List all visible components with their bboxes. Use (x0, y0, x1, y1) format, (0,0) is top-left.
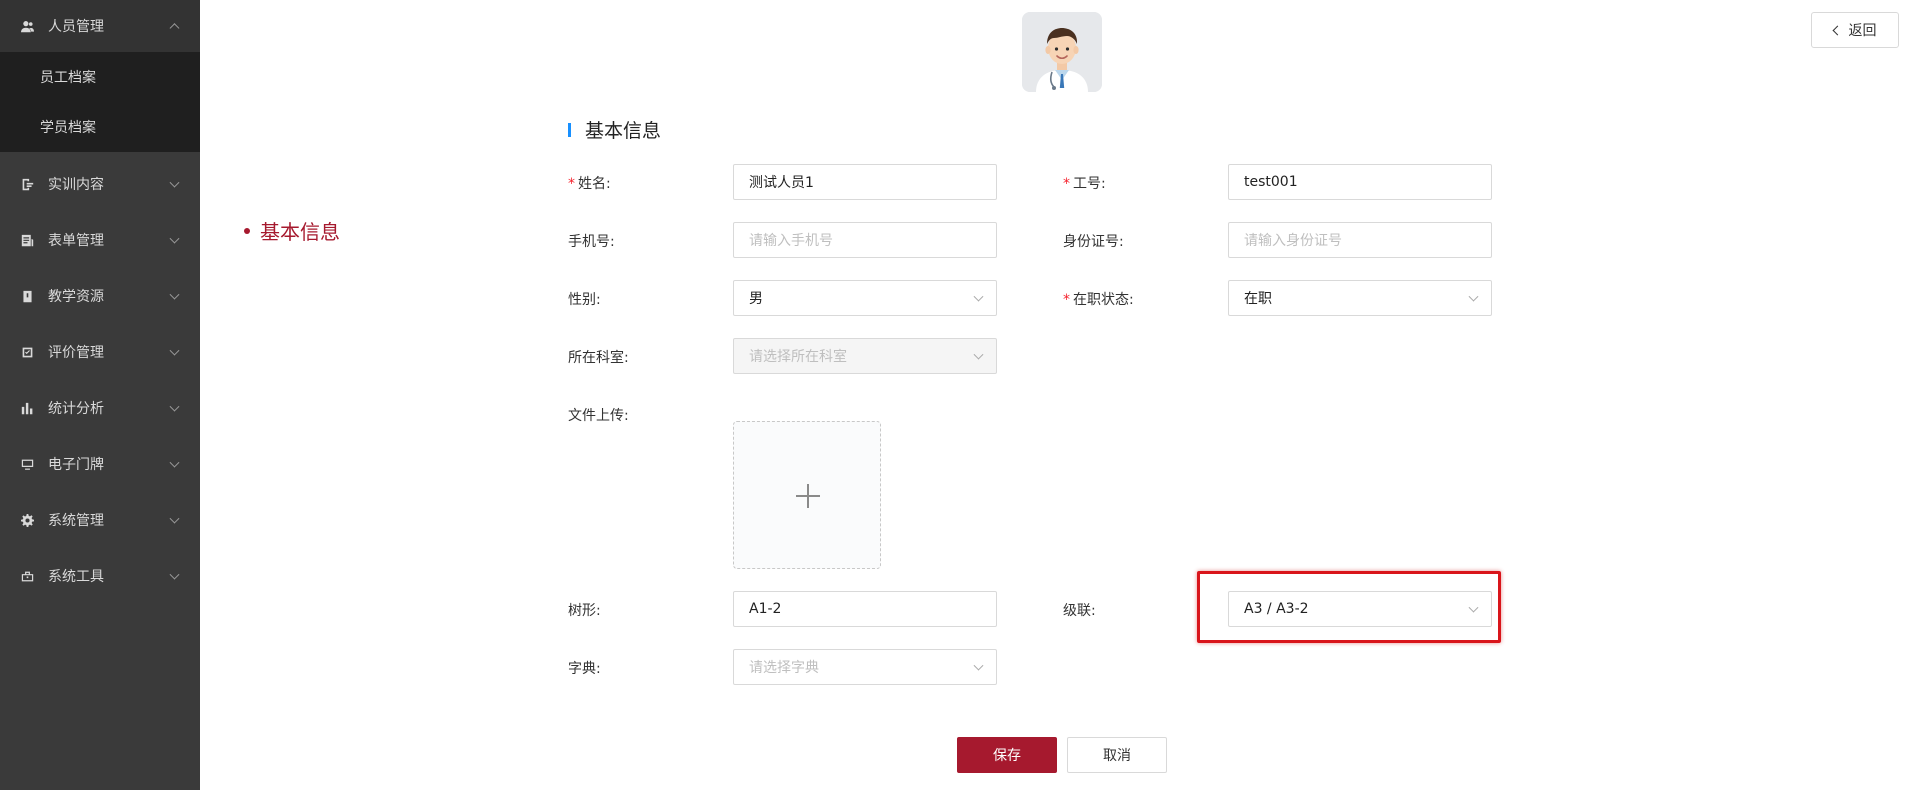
submenu-personnel: 员工档案 学员档案 (0, 52, 200, 152)
employee-no-label: * 工号: (1063, 176, 1106, 192)
chevron-down-icon (169, 177, 180, 188)
employment-status-select[interactable]: 在职 (1228, 280, 1492, 316)
bar-chart-icon (20, 401, 34, 415)
nav-item-teaching-resources[interactable]: 教学资源 (0, 268, 200, 324)
file-upload-box[interactable] (733, 421, 881, 569)
nav-item-e-doorplate[interactable]: 电子门牌 (0, 436, 200, 492)
gender-value: 男 (749, 291, 763, 307)
cascade-label: 级联: (1063, 603, 1096, 619)
sidebar-item-student-files[interactable]: 学员档案 (0, 102, 200, 152)
nav-item-evaluation[interactable]: 评价管理 (0, 324, 200, 380)
user-icon (20, 19, 34, 33)
chevron-down-icon (169, 345, 180, 356)
back-button[interactable]: 返回 (1811, 12, 1899, 48)
nav-group-personnel: 人员管理 员工档案 学员档案 (0, 0, 200, 152)
chevron-down-icon (169, 569, 180, 580)
chevron-up-icon (169, 23, 180, 34)
sidebar: 人员管理 员工档案 学员档案 实训内容 表单管理 教学资源 评价管理 统计分析 … (0, 0, 200, 790)
nav-item-form-management[interactable]: 表单管理 (0, 212, 200, 268)
nav-item-personnel[interactable]: 人员管理 (0, 0, 200, 52)
tree-label: 树形: (568, 603, 601, 619)
nav-label: 统计分析 (48, 401, 104, 417)
dictionary-select[interactable]: 请选择字典 (733, 649, 997, 685)
id-card-input[interactable]: 请输入身份证号 (1228, 222, 1492, 258)
back-label: 返回 (1848, 23, 1877, 39)
chevron-down-icon (169, 233, 180, 244)
nav-label: 评价管理 (48, 345, 104, 361)
employment-status-label: * 在职状态: (1063, 292, 1134, 308)
department-placeholder: 请选择所在科室 (749, 349, 847, 365)
name-label: * 姓名: (568, 176, 611, 192)
chevron-down-icon (1468, 602, 1479, 613)
tree-select[interactable]: A1-2 (733, 591, 997, 627)
department-select[interactable]: 请选择所在科室 (733, 338, 997, 374)
nav-label: 系统工具 (48, 569, 104, 585)
toolbox-icon (20, 569, 34, 583)
title-accent-bar (568, 122, 571, 137)
sidebar-item-employee-files[interactable]: 员工档案 (0, 52, 200, 102)
anchor-label: 基本信息 (260, 220, 340, 244)
gear-icon (20, 513, 34, 527)
required-mark: * (1063, 292, 1070, 308)
phone-input[interactable]: 请输入手机号 (733, 222, 997, 258)
gender-label: 性别: (568, 292, 601, 308)
chevron-down-icon (973, 660, 984, 671)
document-icon (20, 177, 34, 191)
nav-label: 实训内容 (48, 177, 104, 193)
chevron-down-icon (169, 289, 180, 300)
employment-status-value: 在职 (1244, 291, 1272, 307)
nav-label: 系统管理 (48, 513, 104, 529)
nav-item-system-management[interactable]: 系统管理 (0, 492, 200, 548)
bullet-icon (244, 227, 250, 234)
name-input[interactable]: 测试人员1 (733, 164, 997, 200)
rating-icon (20, 345, 34, 359)
chevron-left-icon (1832, 25, 1842, 35)
phone-label: 手机号: (568, 234, 615, 250)
form-icon (20, 233, 34, 247)
cascade-value: A3 / A3-2 (1244, 601, 1309, 617)
chevron-down-icon (169, 457, 180, 468)
save-button[interactable]: 保存 (957, 737, 1057, 773)
avatar[interactable] (1022, 12, 1102, 92)
monitor-icon (20, 457, 34, 471)
chevron-down-icon (169, 401, 180, 412)
required-mark: * (568, 176, 575, 192)
employee-no-input[interactable]: test001 (1228, 164, 1492, 200)
nav-label: 教学资源 (48, 289, 104, 305)
id-card-label: 身份证号: (1063, 234, 1124, 250)
required-mark: * (1063, 176, 1070, 192)
gender-select[interactable]: 男 (733, 280, 997, 316)
dictionary-label: 字典: (568, 661, 601, 677)
chevron-down-icon (1468, 291, 1479, 302)
doctor-avatar-icon (1022, 12, 1102, 92)
chevron-down-icon (169, 513, 180, 524)
section-title-text: 基本信息 (585, 120, 662, 142)
nav-label: 电子门牌 (48, 457, 104, 473)
section-title: 基本信息 (568, 116, 661, 143)
nav-item-training-content[interactable]: 实训内容 (0, 156, 200, 212)
nav-item-system-tools[interactable]: 系统工具 (0, 548, 200, 604)
cancel-button[interactable]: 取消 (1067, 737, 1167, 773)
cascade-select[interactable]: A3 / A3-2 (1228, 591, 1492, 627)
anchor-basic-info[interactable]: 基本信息 (244, 216, 340, 245)
nav-label: 表单管理 (48, 233, 104, 249)
upload-label: 文件上传: (568, 408, 629, 424)
nav-item-statistics[interactable]: 统计分析 (0, 380, 200, 436)
department-label: 所在科室: (568, 350, 629, 366)
dictionary-placeholder: 请选择字典 (749, 660, 819, 676)
book-icon (20, 289, 34, 303)
nav-label: 人员管理 (48, 19, 104, 35)
chevron-down-icon (973, 349, 984, 360)
chevron-down-icon (973, 291, 984, 302)
